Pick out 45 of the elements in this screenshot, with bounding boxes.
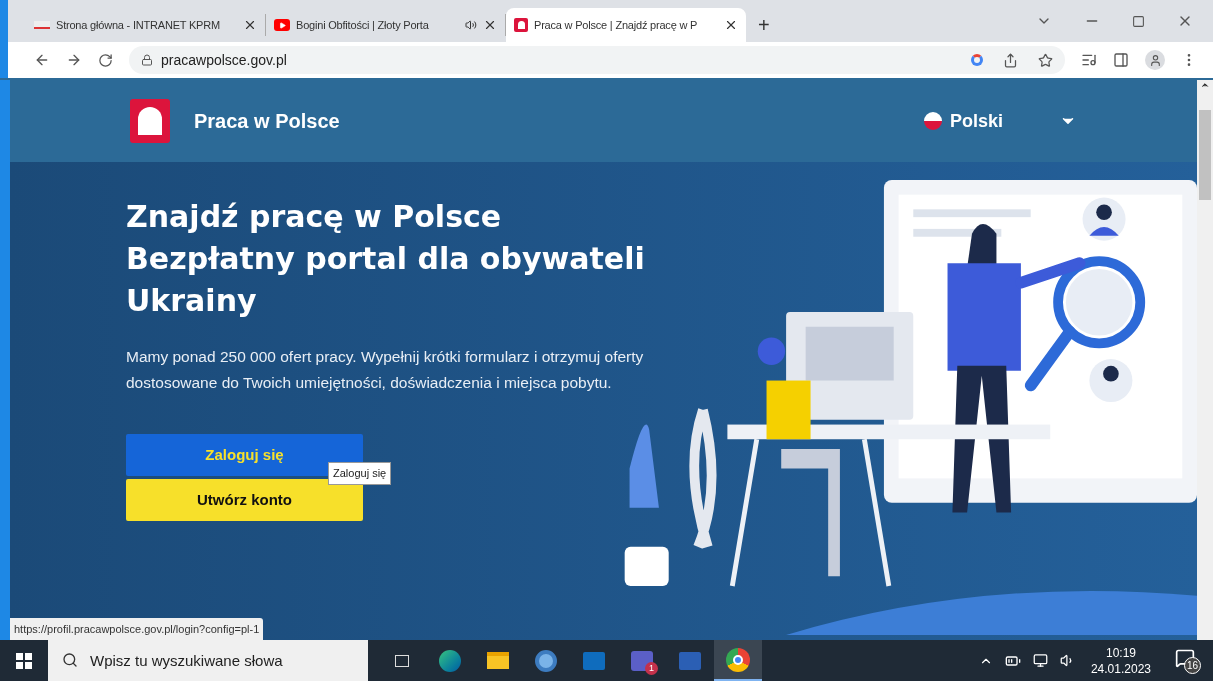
taskbar-app-button[interactable]: 1 [618,640,666,681]
scrollbar-thumb[interactable] [1199,110,1211,200]
back-icon[interactable] [34,52,50,68]
close-tab-icon[interactable] [243,18,257,32]
taskbar-search-field[interactable]: Wpisz tu wyszukiwane słowa [48,640,368,681]
close-tab-icon[interactable] [483,18,497,32]
url-text: pracawpolsce.gov.pl [161,50,287,70]
close-tab-icon[interactable] [724,18,738,32]
site-brand[interactable]: Praca w Polsce [194,106,340,136]
create-account-button[interactable]: Utwórz konto [126,479,363,521]
side-panel-icon[interactable] [1113,52,1129,68]
task-view-icon [395,654,409,667]
search-icon [62,652,78,668]
site-logo-icon [34,21,50,29]
bookmark-star-icon[interactable] [1038,52,1053,68]
network-icon[interactable] [1032,653,1048,668]
play-icon [274,19,290,31]
maximize-icon[interactable] [1132,14,1145,28]
browser-tab[interactable]: Praca w Polsce | Znajdź pracę w P [506,8,746,42]
forward-icon[interactable] [66,52,82,68]
address-bar[interactable]: pracawpolsce.gov.pl [129,46,1065,74]
tooltip: Zaloguj się [328,462,392,485]
profile-avatar-icon[interactable] [1145,50,1165,70]
flag-icon [923,112,942,130]
scroll-up-icon[interactable] [1200,80,1210,90]
language-selector[interactable]: Polski [923,107,1077,135]
clock[interactable]: 10:19 24.01.2023 [1086,644,1155,677]
tab-title: Strona główna - INTRANET KPRM [56,17,221,33]
taskbar-app-button[interactable] [714,640,762,681]
media-control-icon[interactable] [1081,52,1097,68]
notification-badge: 1 [645,662,658,675]
new-tab-button[interactable]: + [746,8,782,42]
speaker-icon[interactable] [465,19,477,31]
share-icon[interactable] [1003,52,1018,68]
lock-icon [141,54,153,66]
hero-description: Mamy ponad 250 000 ofert pracy. Wypełnij krótki formularz i otrzymuj oferty dostosowane do Twoich umiejętności, doświadczenia i miejsca pobytu. [126,347,645,393]
reload-icon[interactable] [98,52,113,68]
folder-icon [487,652,509,669]
browser-tab[interactable]: Strona główna - INTRANET KPRM [26,14,266,36]
hero-title: Znajdź pracę w Polsce Bezpłatny portal dla obywateli Ukrainy [126,198,645,320]
status-url: https://profil.pracawpolsce.gov.pl/login?config=pl-1 [10,617,264,640]
tab-title: Praca w Polsce | Znajdź pracę w P [534,17,699,33]
browser-tab[interactable]: Bogini Obfitości | Złoty Porta [266,14,506,36]
scrollbar[interactable] [1197,80,1213,640]
tab-title: Bogini Obfitości | Złoty Porta [296,17,430,33]
